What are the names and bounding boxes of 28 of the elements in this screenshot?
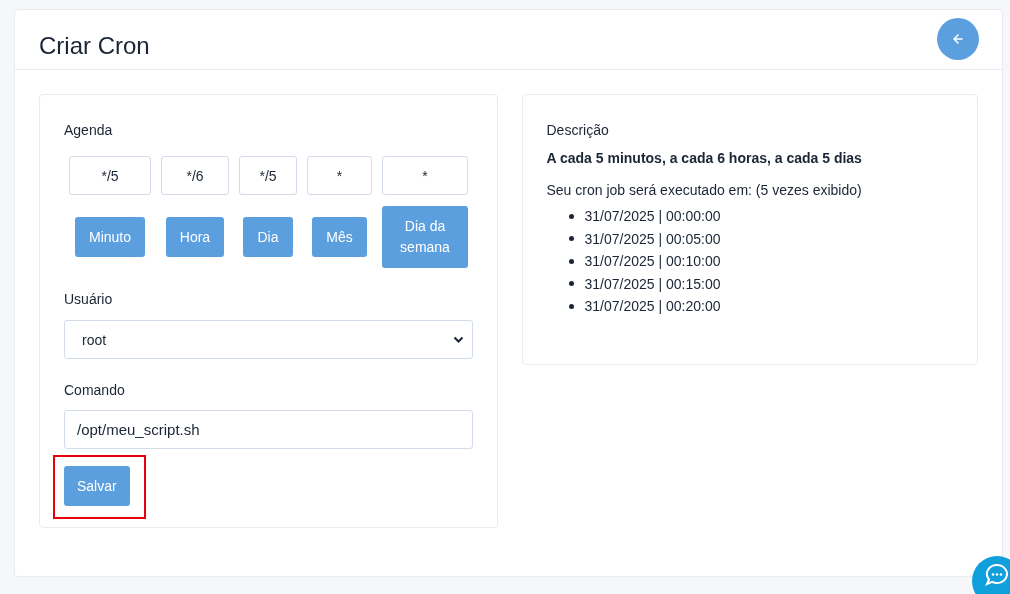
cron-input[interactable]: */6 [161,156,229,195]
run-time: 31/07/2025 | 00:10:00 [584,252,721,271]
cron-input[interactable]: * [382,156,468,195]
run-time: 31/07/2025 | 00:15:00 [584,274,721,294]
bullet-icon [568,281,574,287]
user-select[interactable]: root [64,320,473,359]
description-label: Descrição [546,121,610,139]
run-time: 31/07/2025 | 00:20:00 [584,297,721,316]
command-input[interactable]: /opt/meu_script.sh [64,410,473,449]
chat-bubble-icon [984,562,1010,588]
page-title: Criar Cron [39,31,150,60]
back-button[interactable] [937,17,979,60]
run-time: 31/07/2025 | 00:00:00 [584,207,721,226]
arrow-left-icon [952,32,964,45]
cron-input[interactable]: */5 [69,156,151,195]
field-label: Agenda [64,121,114,139]
bullet-icon [568,236,574,242]
field-label: Usuário [64,290,114,308]
cron-input[interactable]: * [307,156,372,195]
chevron-down-icon [452,335,464,344]
run-time: 31/07/2025 | 00:05:00 [584,229,721,249]
runs-label: Seu cron job será executado em: (5 vezes exibido) [546,181,863,199]
cron-summary: A cada 5 minutos, a cada 6 horas, a cada 5 dias [546,149,863,167]
bullet-icon [568,303,574,309]
bullet-icon [568,258,574,264]
bullet-icon [568,213,574,219]
cron-input[interactable]: */5 [239,156,297,195]
field-label: Comando [64,381,126,399]
